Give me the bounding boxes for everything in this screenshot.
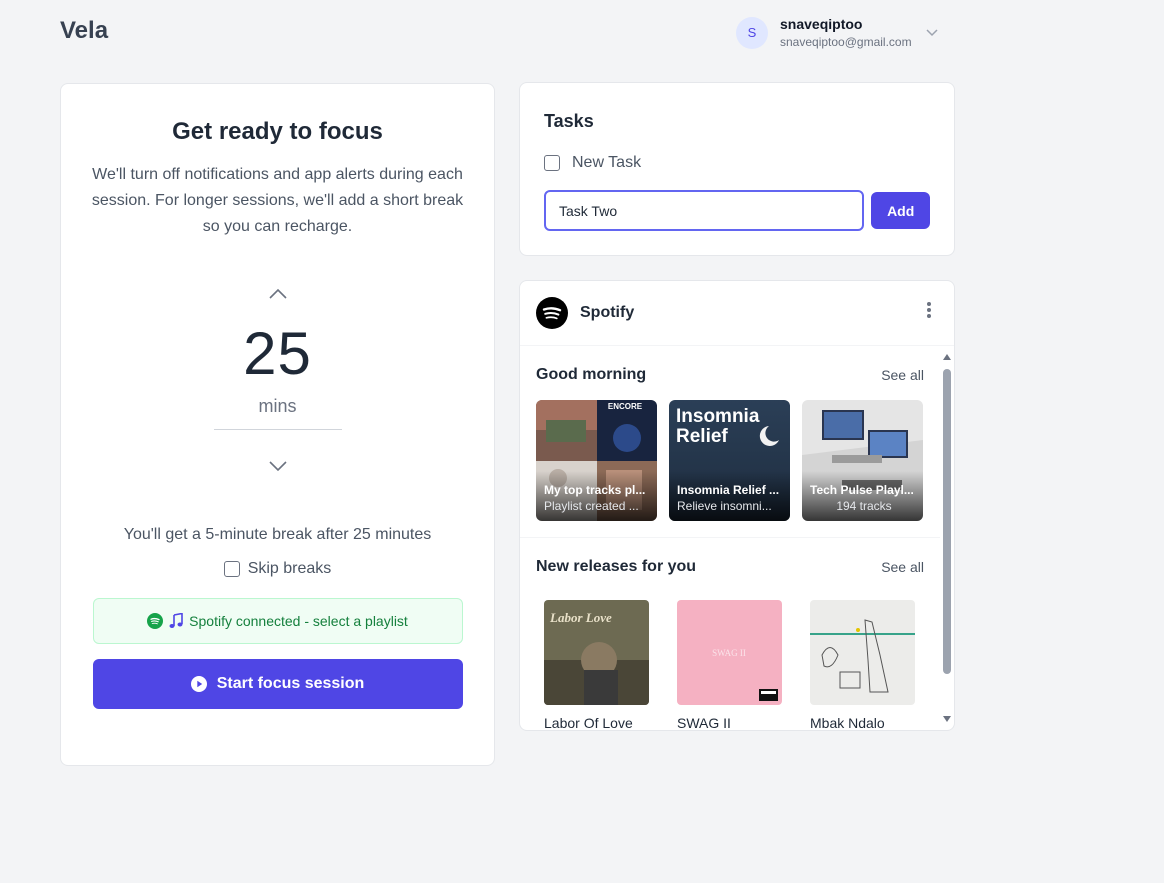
- release-item[interactable]: Mbak Ndalo: [810, 600, 915, 731]
- spotify-status-banner[interactable]: Spotify connected - select a playlist: [92, 598, 463, 644]
- account-name: snaveqiptoo: [780, 16, 863, 32]
- cover-badge: ENCORE: [608, 402, 643, 411]
- focus-card: Get ready to focus We'll turn off notifi…: [60, 83, 495, 766]
- account-email: snaveqiptoo@gmail.com: [780, 34, 912, 49]
- spotify-header: Spotify: [520, 281, 954, 346]
- tasks-title: Tasks: [544, 111, 594, 131]
- focus-description: We'll turn off notifications and app ale…: [91, 166, 464, 235]
- app-logo: Vela: [60, 17, 109, 44]
- playlist-tile[interactable]: ENCORE My top tracks pl... Playlist crea…: [536, 400, 657, 521]
- release-item[interactable]: SWAG II SWAG II: [677, 600, 782, 731]
- album-cover: Labor Love: [544, 600, 649, 705]
- good-morning-header: Good morning See all: [520, 366, 940, 384]
- playlist-name: My top tracks pl...: [544, 483, 646, 497]
- skip-breaks-row[interactable]: Skip breaks: [61, 560, 494, 578]
- start-focus-label: Start focus session: [216, 675, 365, 692]
- tasks-card: Tasks New Task Add: [519, 82, 955, 256]
- album-cover-image: [810, 600, 915, 705]
- spotify-title: Spotify: [580, 304, 635, 321]
- add-task-button[interactable]: Add: [871, 192, 930, 229]
- good-morning-title: Good morning: [536, 366, 647, 383]
- playlist-subtitle: 194 tracks: [836, 499, 892, 513]
- music-note-icon: [169, 613, 183, 628]
- playlist-name: Tech Pulse Playl...: [810, 483, 914, 497]
- release-item[interactable]: Labor Love Labor Of Love: [544, 600, 649, 731]
- spotify-content[interactable]: Good morning See all ENCORE My top track…: [520, 347, 940, 731]
- new-releases-header: New releases for you See all: [520, 558, 940, 576]
- spotify-status-text: Spotify connected - select a playlist: [189, 613, 408, 629]
- avatar: S: [736, 16, 768, 49]
- album-name: Mbak Ndalo: [810, 715, 885, 731]
- task-checkbox[interactable]: [544, 155, 560, 171]
- spotify-logo-icon: [536, 297, 568, 329]
- album-name: SWAG II: [677, 715, 731, 731]
- playlist-name: Insomnia Relief ...: [677, 483, 780, 497]
- album-name: Labor Of Love: [544, 715, 633, 731]
- divider: [213, 429, 342, 430]
- new-task-form: Add: [544, 190, 930, 231]
- play-icon: [190, 676, 207, 692]
- decrease-minutes-button[interactable]: [265, 456, 291, 476]
- chevron-down-icon[interactable]: [926, 29, 938, 37]
- playlist-tile[interactable]: Insomnia Relief Insomnia Relief ... Reli…: [669, 400, 790, 521]
- playlist-tiles: ENCORE My top tracks pl... Playlist crea…: [520, 400, 940, 521]
- playlist-subtitle: Relieve insomni...: [677, 499, 772, 513]
- scrollbar-thumb[interactable]: [943, 369, 951, 674]
- more-options-icon[interactable]: [926, 301, 932, 319]
- album-cover-image: SWAG II: [677, 600, 782, 705]
- spotify-widget: Spotify Good morning See all ENCORE My t…: [519, 280, 955, 731]
- skip-breaks-label: Skip breaks: [247, 560, 332, 577]
- minutes-unit: mins: [258, 396, 297, 416]
- see-all-releases-link[interactable]: See all: [881, 559, 924, 575]
- break-info: You'll get a 5-minute break after 25 min…: [123, 526, 432, 543]
- album-cover-text: SWAG II: [712, 648, 746, 658]
- new-task-input[interactable]: [544, 190, 865, 231]
- release-list: Labor Love Labor Of Love SWAG II SWAG II: [520, 600, 940, 731]
- see-all-playlists-link[interactable]: See all: [881, 367, 924, 383]
- cover-title-line1: Insomnia: [676, 406, 760, 427]
- new-releases-title: New releases for you: [536, 558, 697, 575]
- task-label: New Task: [572, 154, 642, 171]
- account-menu[interactable]: S snaveqiptoo snaveqiptoo@gmail.com: [736, 16, 938, 49]
- album-cover-image: Labor Love: [544, 600, 649, 705]
- album-cover-text: Labor Love: [549, 610, 612, 625]
- cover-title-line2: Relief: [676, 426, 728, 447]
- playlist-tile[interactable]: Tech Pulse Playl... 194 tracks: [802, 400, 923, 521]
- account-info: snaveqiptoo snaveqiptoo@gmail.com: [780, 16, 912, 49]
- scroll-down-arrow-icon[interactable]: [942, 715, 952, 723]
- playlist-subtitle: Playlist created ...: [544, 499, 639, 513]
- album-cover: SWAG II: [677, 600, 782, 705]
- spotify-icon: [147, 613, 164, 629]
- album-cover: [810, 600, 915, 705]
- start-focus-session-button[interactable]: Start focus session: [92, 659, 463, 709]
- increase-minutes-button[interactable]: [265, 284, 291, 304]
- minutes-value: 25: [243, 320, 312, 387]
- section-divider: [520, 537, 940, 538]
- task-item[interactable]: New Task: [544, 154, 930, 172]
- scroll-up-arrow-icon[interactable]: [942, 353, 952, 361]
- focus-title: Get ready to focus: [172, 118, 383, 145]
- skip-breaks-checkbox[interactable]: [223, 561, 240, 577]
